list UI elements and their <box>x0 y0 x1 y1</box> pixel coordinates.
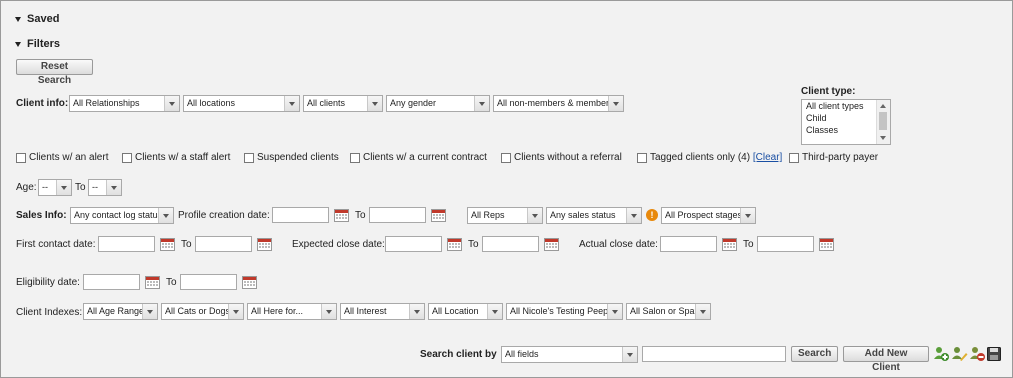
client-info-label: Client info: <box>16 98 69 109</box>
no-referral-checkbox[interactable] <box>501 153 511 163</box>
first-contact-label: First contact date: <box>16 239 96 250</box>
sales-info-label: Sales Info: <box>16 210 67 221</box>
here-for-select[interactable]: All Here for... <box>247 303 337 320</box>
third-party-checkbox-label: Third-party payer <box>802 152 879 163</box>
expected-close-to-input[interactable] <box>482 236 539 252</box>
alert-checkbox[interactable] <box>16 153 26 163</box>
calendar-icon[interactable] <box>334 208 349 222</box>
expected-close-from-input[interactable] <box>385 236 442 252</box>
third-party-checkbox[interactable] <box>789 153 799 163</box>
staff-alert-checkbox[interactable] <box>122 153 132 163</box>
reps-select[interactable]: All Reps <box>467 207 543 224</box>
age-range-select[interactable]: All Age Range <box>83 303 158 320</box>
suspended-checkbox[interactable] <box>244 153 254 163</box>
filters-label: Filters <box>27 38 61 50</box>
search-input[interactable] <box>642 346 786 362</box>
client-indexes-label: Client Indexes: <box>16 307 83 318</box>
eligibility-to-input[interactable] <box>180 274 237 290</box>
actual-close-label: Actual close date: <box>579 239 658 250</box>
calendar-icon[interactable] <box>257 237 272 251</box>
eligibility-label: Eligibility date: <box>16 277 80 288</box>
expand-triangle-icon <box>15 16 21 22</box>
add-user-icon[interactable] <box>933 346 950 362</box>
add-new-client-button[interactable]: Add New Client <box>843 346 929 373</box>
staff-alert-checkbox-label: Clients w/ a staff alert <box>135 152 231 163</box>
expected-close-label: Expected close date: <box>292 239 385 250</box>
profile-date-to-label: To <box>355 210 366 221</box>
search-by-label: Search client by <box>420 349 497 360</box>
suspended-checkbox-label: Suspended clients <box>257 152 339 163</box>
listbox-scrollbar[interactable] <box>876 100 890 144</box>
search-button[interactable]: Search <box>791 346 838 362</box>
calendar-icon[interactable] <box>722 237 737 251</box>
client-type-label: Client type: <box>801 86 856 97</box>
calendar-icon[interactable] <box>819 237 834 251</box>
profile-date-to-input[interactable] <box>369 207 426 223</box>
gender-select[interactable]: Any gender <box>386 95 490 112</box>
expand-triangle-icon <box>15 41 21 47</box>
age-from-select[interactable]: -- <box>38 179 72 196</box>
calendar-icon[interactable] <box>160 237 175 251</box>
contract-checkbox-label: Clients w/ a current contract <box>363 152 487 163</box>
scroll-down-icon <box>880 136 886 140</box>
profile-date-label: Profile creation date: <box>178 210 270 221</box>
age-label: Age: <box>16 182 37 193</box>
warning-icon[interactable]: ! <box>646 209 658 221</box>
actual-close-from-input[interactable] <box>660 236 717 252</box>
calendar-icon[interactable] <box>145 275 160 289</box>
first-contact-to-input[interactable] <box>195 236 252 252</box>
eligibility-to-label: To <box>166 277 177 288</box>
calendar-icon[interactable] <box>242 275 257 289</box>
first-contact-from-input[interactable] <box>98 236 155 252</box>
relationships-select[interactable]: All Relationships <box>69 95 180 112</box>
clear-tags-link[interactable]: [Clear] <box>753 152 782 163</box>
sales-status-select[interactable]: Any sales status <box>546 207 642 224</box>
locations-select[interactable]: All locations <box>183 95 300 112</box>
clients-select[interactable]: All clients <box>303 95 383 112</box>
actual-close-to-label: To <box>743 239 754 250</box>
prospect-stage-select[interactable]: All Prospect stages <box>661 207 756 224</box>
interest-select[interactable]: All Interest <box>340 303 425 320</box>
alert-checkbox-label: Clients w/ an alert <box>29 152 109 163</box>
remove-user-icon[interactable] <box>969 346 986 362</box>
first-contact-to-label: To <box>181 239 192 250</box>
cats-dogs-select[interactable]: All Cats or Dogs <box>161 303 244 320</box>
calendar-icon[interactable] <box>544 237 559 251</box>
profile-date-from-input[interactable] <box>272 207 329 223</box>
scroll-up-icon <box>880 104 886 108</box>
expected-close-to-label: To <box>468 239 479 250</box>
salon-spa-select[interactable]: All Salon or Spa? <box>626 303 711 320</box>
age-to-select[interactable]: -- <box>88 179 122 196</box>
client-type-listbox[interactable]: All client types Child Classes <box>801 99 891 145</box>
age-to-label: To <box>75 182 86 193</box>
reset-search-button[interactable]: Reset Search <box>16 59 93 86</box>
membership-select[interactable]: All non-members & members <box>493 95 624 112</box>
calendar-icon[interactable] <box>431 208 446 222</box>
edit-user-icon[interactable] <box>951 346 968 362</box>
contact-log-select[interactable]: Any contact log status <box>70 207 174 224</box>
save-icon[interactable] <box>987 347 1001 361</box>
testing-peeps-select[interactable]: All Nicole's Testing Peeps <box>506 303 623 320</box>
tagged-checkbox-label: Tagged clients only (4) [Clear] <box>650 152 783 163</box>
no-referral-checkbox-label: Clients without a referral <box>514 152 622 163</box>
filters-section-toggle[interactable]: Filters <box>15 38 60 50</box>
contract-checkbox[interactable] <box>350 153 360 163</box>
tagged-checkbox[interactable] <box>637 153 647 163</box>
saved-label: Saved <box>27 13 60 25</box>
actual-close-to-input[interactable] <box>757 236 814 252</box>
eligibility-from-input[interactable] <box>83 274 140 290</box>
location-index-select[interactable]: All Location <box>428 303 503 320</box>
client-search-panel: Saved Filters Reset Search Client info: … <box>0 0 1013 378</box>
calendar-icon[interactable] <box>447 237 462 251</box>
saved-section-toggle[interactable]: Saved <box>15 13 59 25</box>
search-field-select[interactable]: All fields <box>501 346 638 363</box>
